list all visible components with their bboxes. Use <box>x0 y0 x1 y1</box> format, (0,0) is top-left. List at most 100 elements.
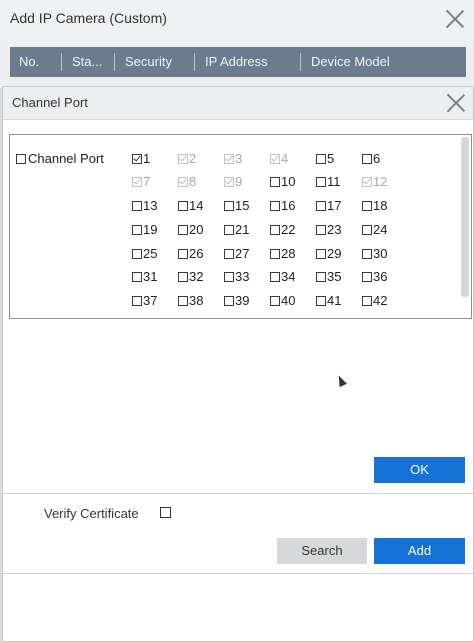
channel-checkbox[interactable] <box>178 249 188 259</box>
channel-port-select-all-checkbox[interactable] <box>16 154 26 164</box>
bottom-separator <box>3 573 473 574</box>
channel-list-scrollbar[interactable] <box>461 137 469 297</box>
channel-label: 18 <box>373 198 388 213</box>
channel-label: 10 <box>281 174 296 189</box>
channel-checkbox[interactable] <box>224 225 234 235</box>
column-ip-address[interactable]: IP Address <box>205 54 268 69</box>
device-table-header: No. Sta... Security IP Address Device Mo… <box>10 47 466 77</box>
column-separator <box>194 53 195 71</box>
mouse-cursor-icon <box>335 373 347 388</box>
channel-checkbox[interactable] <box>224 201 234 211</box>
channel-checkbox[interactable] <box>178 201 188 211</box>
channel-checkbox[interactable] <box>132 296 142 306</box>
channel-checkbox[interactable] <box>132 249 142 259</box>
footer-divider <box>3 493 473 494</box>
channel-label: 17 <box>327 198 342 213</box>
channel-checkbox[interactable] <box>270 296 280 306</box>
channel-checkbox[interactable] <box>362 225 372 235</box>
column-status[interactable]: Sta... <box>72 54 102 69</box>
channel-checkbox[interactable] <box>224 249 234 259</box>
checkmark-icon <box>179 153 187 162</box>
channel-checkbox[interactable] <box>316 249 326 259</box>
channel-label: 33 <box>235 269 250 284</box>
ok-button[interactable]: OK <box>374 457 465 483</box>
channel-checkbox[interactable] <box>316 154 326 164</box>
channel-label: 39 <box>235 293 250 308</box>
channel-label: 19 <box>143 222 158 237</box>
channel-checkbox[interactable] <box>362 154 372 164</box>
channel-label: 14 <box>189 198 204 213</box>
channel-label: 36 <box>373 269 388 284</box>
channel-label: 30 <box>373 246 388 261</box>
channel-checkbox[interactable] <box>362 272 372 282</box>
channel-checkbox[interactable] <box>270 201 280 211</box>
checkmark-icon <box>179 176 187 185</box>
channel-label: 28 <box>281 246 296 261</box>
channel-label: 12 <box>373 174 388 189</box>
checkmark-icon <box>225 153 233 162</box>
channel-label: 9 <box>235 174 243 189</box>
checkmark-icon <box>271 153 279 162</box>
verify-certificate-checkbox[interactable] <box>160 507 171 518</box>
checkmark-icon <box>133 153 141 162</box>
channel-checkbox[interactable] <box>362 201 372 211</box>
channel-checkbox[interactable] <box>132 272 142 282</box>
channel-checkbox[interactable] <box>316 272 326 282</box>
column-separator <box>114 53 115 71</box>
outer-body: No. Sta... Security IP Address Device Mo… <box>0 38 474 88</box>
column-separator <box>61 53 62 71</box>
channel-label: 4 <box>281 151 289 166</box>
outer-title: Add IP Camera (Custom) <box>10 10 167 26</box>
channel-label: 25 <box>143 246 158 261</box>
channel-checkbox[interactable] <box>270 272 280 282</box>
channel-checkbox[interactable] <box>362 249 372 259</box>
channel-label: 26 <box>189 246 204 261</box>
dialog-close-icon[interactable] <box>445 92 467 114</box>
channel-checkbox[interactable] <box>316 201 326 211</box>
channel-label: 27 <box>235 246 250 261</box>
search-button[interactable]: Search <box>277 538 367 564</box>
channel-label: 31 <box>143 269 158 284</box>
column-security[interactable]: Security <box>125 54 172 69</box>
column-device-model[interactable]: Device Model <box>311 54 390 69</box>
channel-checkbox[interactable] <box>224 272 234 282</box>
channel-label: 24 <box>373 222 388 237</box>
channel-checkbox <box>178 153 188 164</box>
channel-checkbox[interactable] <box>132 225 142 235</box>
channel-label: 11 <box>327 174 341 189</box>
channel-checkbox[interactable] <box>316 225 326 235</box>
outer-close-icon[interactable] <box>444 8 466 30</box>
channel-label: 21 <box>235 222 250 237</box>
channel-checkbox[interactable] <box>178 296 188 306</box>
channel-checkbox <box>224 153 234 164</box>
channel-checkbox[interactable] <box>362 296 372 306</box>
channel-checkbox <box>178 176 188 187</box>
channel-checkbox[interactable] <box>316 177 326 187</box>
channel-checkbox[interactable] <box>270 225 280 235</box>
verify-certificate-label: Verify Certificate <box>44 506 139 521</box>
channel-checkbox <box>362 176 372 187</box>
channel-label: 40 <box>281 293 296 308</box>
channel-port-panel: Channel Port 1 2 3 4 5 6 7 8 9 10 11 12 13 14 15 16 17 18… <box>9 134 472 319</box>
channel-checkbox[interactable] <box>224 296 234 306</box>
add-button[interactable]: Add <box>374 538 465 564</box>
channel-checkbox <box>270 153 280 164</box>
channel-checkbox[interactable] <box>270 177 280 187</box>
column-no[interactable]: No. <box>19 54 39 69</box>
channel-port-dialog: Channel Port Channel Port 1 2 3 4 5 6 7 8 9 10 11 1… <box>2 86 474 642</box>
channel-checkbox[interactable] <box>132 201 142 211</box>
channel-checkbox[interactable] <box>178 225 188 235</box>
channel-checkbox[interactable] <box>270 249 280 259</box>
channel-label: 32 <box>189 269 204 284</box>
channel-checkbox[interactable] <box>132 153 142 164</box>
channel-label: 2 <box>189 151 197 166</box>
channel-label: 6 <box>373 151 381 166</box>
channel-label: 22 <box>281 222 296 237</box>
checkmark-icon <box>225 176 233 185</box>
channel-checkbox[interactable] <box>178 272 188 282</box>
channel-port-label: Channel Port <box>28 151 104 166</box>
checkmark-icon <box>363 176 371 185</box>
channel-checkbox[interactable] <box>316 296 326 306</box>
channel-label: 34 <box>281 269 296 284</box>
channel-label: 42 <box>373 293 388 308</box>
